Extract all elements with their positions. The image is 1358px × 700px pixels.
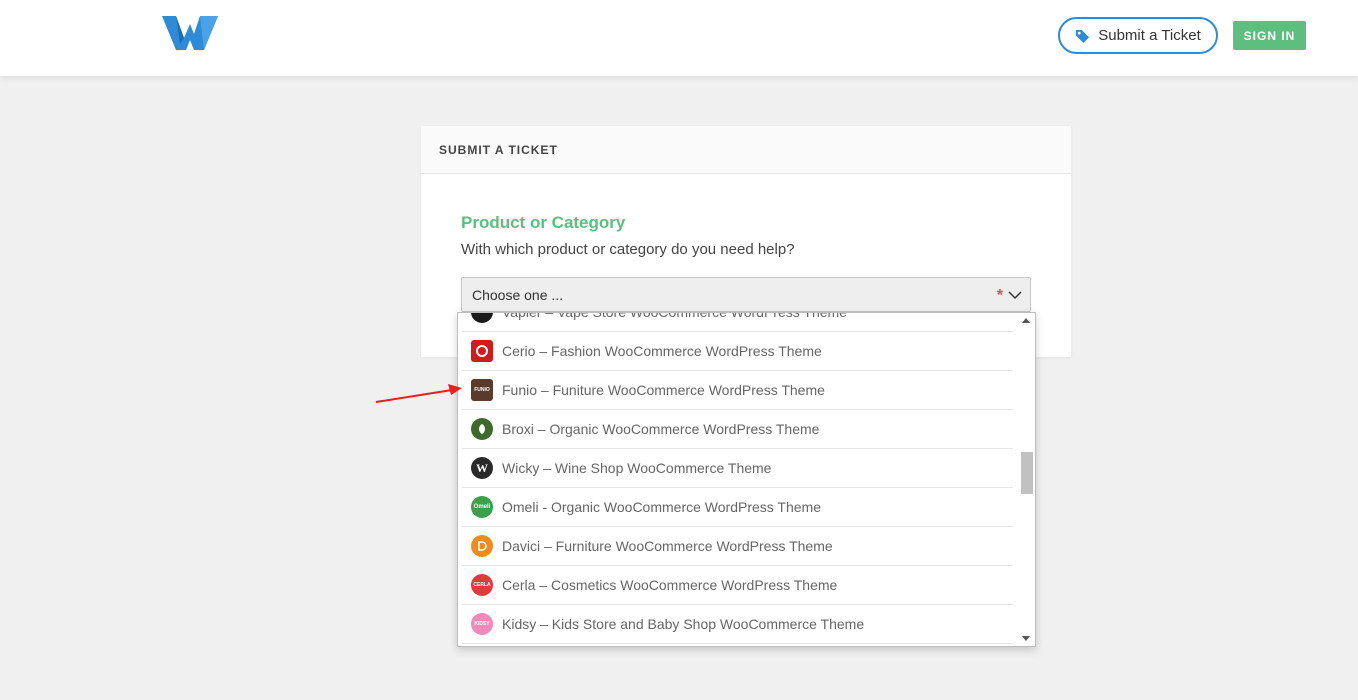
cerio-logo-icon bbox=[471, 340, 493, 362]
option-label: Vapier – Vape Store WooCommerce WordPres… bbox=[502, 312, 847, 320]
dropdown-option[interactable]: Cerio – Fashion WooCommerce WordPress Th… bbox=[462, 332, 1013, 371]
scrollbar-thumb[interactable] bbox=[1021, 452, 1033, 494]
sign-in-button[interactable]: SIGN IN bbox=[1233, 21, 1306, 50]
submit-ticket-button[interactable]: Submit a Ticket bbox=[1058, 17, 1218, 54]
dropdown-option[interactable]: KIDSY Kidsy – Kids Store and Baby Shop W… bbox=[462, 605, 1013, 644]
cerla-logo-icon: CERLA bbox=[471, 574, 493, 596]
option-label: Kidsy – Kids Store and Baby Shop WooComm… bbox=[502, 616, 865, 632]
davici-logo-icon bbox=[471, 535, 493, 557]
option-label: Omeli - Organic WooCommerce WordPress Th… bbox=[502, 499, 821, 515]
top-navbar: Submit a Ticket SIGN IN bbox=[0, 0, 1358, 76]
chevron-down-icon bbox=[1008, 291, 1022, 300]
option-label: Wicky – Wine Shop WooCommerce Theme bbox=[502, 460, 772, 476]
kidsy-logo-icon: KIDSY bbox=[471, 613, 493, 635]
omeli-logo-icon: Omeli bbox=[471, 496, 493, 518]
product-select[interactable]: Choose one ... * bbox=[461, 277, 1031, 312]
dropdown-option[interactable]: Vapier – Vape Store WooCommerce WordPres… bbox=[462, 312, 1013, 332]
wicky-logo-icon: W bbox=[471, 457, 493, 479]
funio-logo-icon: FUNIO bbox=[471, 379, 493, 401]
option-label: Cerla – Cosmetics WooCommerce WordPress … bbox=[502, 577, 838, 593]
dropdown-option[interactable]: W Wicky – Wine Shop WooCommerce Theme bbox=[462, 449, 1013, 488]
dropdown-option[interactable]: CERLA Cerla – Cosmetics WooCommerce Word… bbox=[462, 566, 1013, 605]
tag-icon bbox=[1076, 29, 1090, 43]
select-value: Choose one ... bbox=[472, 286, 564, 303]
dropdown-scrollbar[interactable] bbox=[1018, 313, 1035, 646]
vapier-logo-icon bbox=[471, 313, 493, 323]
dropdown-option[interactable]: Davici – Furniture WooCommerce WordPress… bbox=[462, 527, 1013, 566]
dropdown-options: Vapier – Vape Store WooCommerce WordPres… bbox=[458, 312, 1015, 644]
option-label: Funio – Funiture WooCommerce WordPress T… bbox=[502, 382, 825, 398]
dropdown-option[interactable]: Broxi – Organic WooCommerce WordPress Th… bbox=[462, 410, 1013, 449]
scroll-down-arrow-icon[interactable] bbox=[1022, 636, 1030, 641]
dropdown-option[interactable]: FUNIO Funio – Funiture WooCommerce WordP… bbox=[462, 371, 1013, 410]
card-title: SUBMIT A TICKET bbox=[421, 126, 1071, 174]
submit-ticket-label: Submit a Ticket bbox=[1098, 27, 1201, 44]
option-label: Davici – Furniture WooCommerce WordPress… bbox=[502, 538, 833, 554]
broxi-logo-icon bbox=[471, 418, 493, 440]
option-label: Cerio – Fashion WooCommerce WordPress Th… bbox=[502, 343, 822, 359]
scroll-up-arrow-icon[interactable] bbox=[1022, 318, 1030, 323]
option-label: Broxi – Organic WooCommerce WordPress Th… bbox=[502, 421, 820, 437]
brand-logo-icon[interactable] bbox=[162, 14, 218, 52]
product-dropdown-list[interactable]: Vapier – Vape Store WooCommerce WordPres… bbox=[457, 312, 1036, 647]
field-title: Product or Category bbox=[461, 213, 626, 232]
required-asterisk: * bbox=[996, 287, 1003, 304]
dropdown-option[interactable]: Omeli Omeli - Organic WooCommerce WordPr… bbox=[462, 488, 1013, 527]
field-help-text: With which product or category do you ne… bbox=[461, 241, 795, 258]
annotation-arrow-icon bbox=[375, 384, 462, 403]
